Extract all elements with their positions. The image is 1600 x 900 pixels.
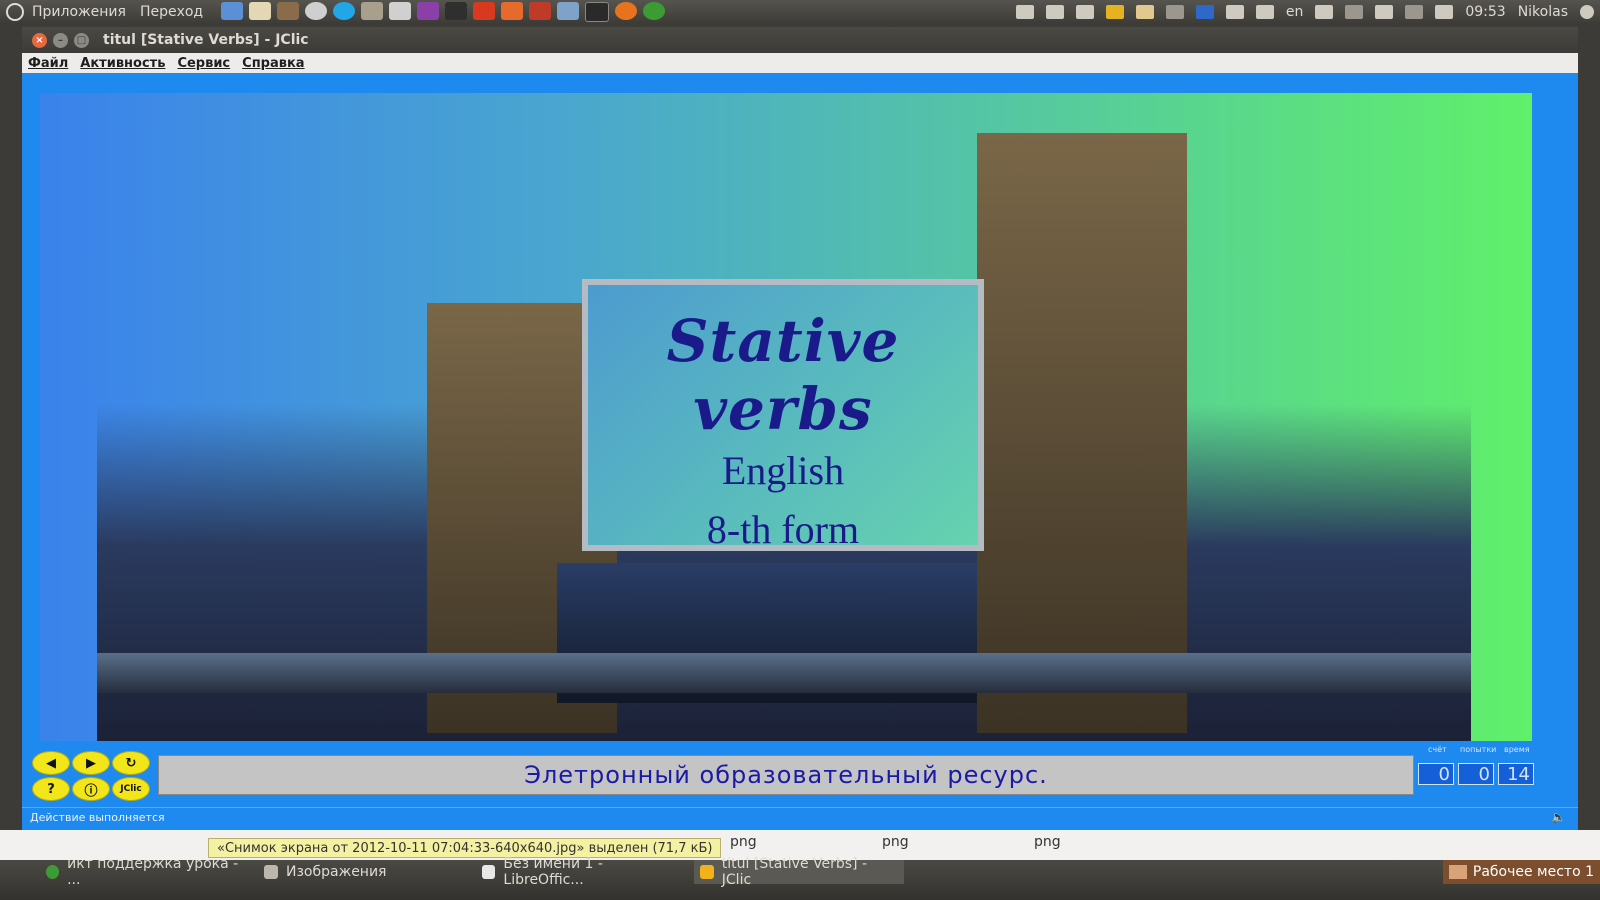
note-icon[interactable] bbox=[1135, 5, 1154, 19]
chrome-icon[interactable] bbox=[643, 2, 666, 20]
jclic-icon bbox=[700, 865, 714, 879]
bluetooth-icon[interactable] bbox=[1405, 5, 1424, 19]
ubuntu-logo-icon[interactable] bbox=[6, 3, 24, 21]
taskbar: икт поддержка урока - ... Изображения Бе… bbox=[0, 856, 1600, 900]
disc-icon[interactable] bbox=[305, 2, 328, 20]
cards-icon[interactable] bbox=[1045, 5, 1064, 19]
volume-icon[interactable] bbox=[1435, 5, 1454, 19]
jclic-player: Stative verbs English 8-th form ◀ ▶ ↻ ? … bbox=[22, 73, 1578, 830]
book-tray-icon[interactable] bbox=[1225, 5, 1244, 19]
user-menu[interactable]: Nikolas bbox=[1518, 4, 1568, 20]
message-box: Элетронный образовательный ресурс. bbox=[158, 755, 1414, 795]
keyboard-icon[interactable] bbox=[1255, 5, 1274, 19]
terminal-purple-icon[interactable] bbox=[417, 2, 440, 20]
status-bar: Действие выполняется 🔈 bbox=[22, 807, 1578, 826]
cards-icon-2[interactable] bbox=[1075, 5, 1094, 19]
taskbar-item-libreoffice[interactable]: Без имени 1 - LibreOffic... bbox=[476, 856, 686, 888]
gear-icon[interactable] bbox=[1580, 5, 1594, 19]
navigation-controls: ◀ ▶ ↻ ? ⓘ JClic bbox=[30, 749, 158, 801]
taskbar-item-label: Без имени 1 - LibreOffic... bbox=[503, 856, 603, 888]
activity-title: Stative verbs bbox=[666, 307, 900, 443]
monitor-icon[interactable] bbox=[445, 2, 468, 20]
library-icon[interactable] bbox=[361, 2, 384, 20]
title-box-inner: Stative verbs English 8-th form bbox=[588, 285, 978, 552]
document-icon bbox=[482, 865, 496, 879]
image-viewer-icon bbox=[264, 865, 278, 879]
skype-icon[interactable] bbox=[333, 2, 356, 20]
terminal-icon[interactable] bbox=[585, 2, 610, 22]
file-type-label: png bbox=[730, 834, 757, 850]
workspace-label: Рабочее место 1 bbox=[1472, 864, 1594, 880]
launcher-icons bbox=[221, 2, 666, 22]
window-title: titul [Stative Verbs] - JClic bbox=[103, 32, 309, 48]
puzzle-icon[interactable] bbox=[1105, 5, 1124, 19]
attempts-counter: 0 bbox=[1458, 763, 1494, 785]
menu-activity[interactable]: Активность bbox=[80, 56, 165, 71]
network-icon[interactable] bbox=[1345, 5, 1364, 19]
taskbar-item-label: Изображения bbox=[286, 864, 387, 880]
file-type-label: png bbox=[1034, 834, 1061, 850]
right-tower-shape bbox=[977, 133, 1187, 733]
maximize-icon[interactable]: □ bbox=[74, 32, 89, 48]
menu-file[interactable]: Файл bbox=[28, 56, 68, 71]
book-icon[interactable] bbox=[249, 2, 272, 20]
places-menu[interactable]: Переход bbox=[140, 4, 203, 20]
close-icon[interactable]: × bbox=[32, 32, 47, 48]
activity-subtitle: English bbox=[721, 448, 845, 493]
selection-tooltip: «Снимок экрана от 2012-10-11 07:04:33-64… bbox=[208, 838, 722, 858]
time-label: время bbox=[1504, 745, 1530, 754]
taskbar-item-label: titul [Stative Verbs] - JClic bbox=[721, 856, 868, 888]
top-panel: Приложения Переход en 09:53 Nikolas bbox=[0, 0, 1600, 24]
menu-service[interactable]: Сервис bbox=[177, 56, 230, 71]
window-titlebar[interactable]: × – □ titul [Stative Verbs] - JClic bbox=[22, 27, 1578, 53]
document-icon[interactable] bbox=[221, 2, 244, 20]
hp-icon[interactable] bbox=[1195, 5, 1214, 19]
status-text: Действие выполняется bbox=[30, 810, 165, 824]
mail-icon[interactable] bbox=[1315, 5, 1334, 19]
red-app-icon[interactable] bbox=[473, 2, 496, 20]
title-box: Stative verbs English 8-th form bbox=[582, 279, 984, 552]
calculator-icon[interactable] bbox=[1015, 5, 1034, 19]
mail-update-icon[interactable] bbox=[1165, 5, 1184, 19]
chrome-icon bbox=[46, 865, 60, 879]
folder-icon[interactable] bbox=[501, 2, 524, 20]
keyboard-layout[interactable]: en bbox=[1286, 4, 1304, 20]
jclic-logo-button[interactable]: JClic bbox=[112, 777, 150, 801]
score-counter: 0 bbox=[1418, 763, 1454, 785]
camera-icon[interactable] bbox=[389, 2, 412, 20]
taskbar-item-chrome[interactable]: икт поддержка урока - ... bbox=[40, 856, 250, 888]
printer-icon[interactable] bbox=[529, 2, 552, 20]
battery-icon[interactable] bbox=[1375, 5, 1394, 19]
workspace-switcher[interactable]: Рабочее место 1 bbox=[1442, 860, 1600, 884]
next-activity-button[interactable]: ▶ bbox=[72, 751, 110, 775]
menu-help[interactable]: Справка bbox=[242, 56, 304, 71]
bridge-deck-shape bbox=[97, 653, 1471, 693]
restart-activity-button[interactable]: ↻ bbox=[112, 751, 150, 775]
activity-stage: Stative verbs English 8-th form bbox=[40, 93, 1532, 741]
workspace-icon bbox=[1448, 865, 1467, 879]
menu-bar: Файл Активность Сервис Справка bbox=[22, 53, 1578, 73]
firefox-icon[interactable] bbox=[615, 2, 638, 20]
clock[interactable]: 09:53 bbox=[1465, 4, 1505, 20]
file-type-label: png bbox=[882, 834, 909, 850]
taskbar-item-jclic[interactable]: titul [Stative Verbs] - JClic bbox=[694, 856, 904, 888]
taskbar-item-label: икт поддержка урока - ... bbox=[67, 856, 239, 888]
help-button[interactable]: ? bbox=[32, 777, 70, 801]
time-counter: 14 bbox=[1498, 763, 1534, 785]
activity-form: 8-th form bbox=[706, 507, 860, 552]
system-tray: en 09:53 Nikolas bbox=[1015, 0, 1594, 24]
sound-icon[interactable]: 🔈 bbox=[1551, 810, 1566, 824]
cube-icon[interactable] bbox=[557, 2, 580, 20]
applications-menu[interactable]: Приложения bbox=[32, 4, 126, 20]
taskbar-item-images[interactable]: Изображения bbox=[258, 860, 468, 884]
attempts-label: попытки bbox=[1460, 745, 1497, 754]
toolbox-icon[interactable] bbox=[277, 2, 300, 20]
score-label: счёт bbox=[1428, 745, 1447, 754]
counters-panel: счёт попытки время 0 0 14 bbox=[1418, 745, 1536, 795]
prev-activity-button[interactable]: ◀ bbox=[32, 751, 70, 775]
minimize-icon[interactable]: – bbox=[53, 32, 68, 48]
info-button[interactable]: ⓘ bbox=[72, 777, 110, 801]
